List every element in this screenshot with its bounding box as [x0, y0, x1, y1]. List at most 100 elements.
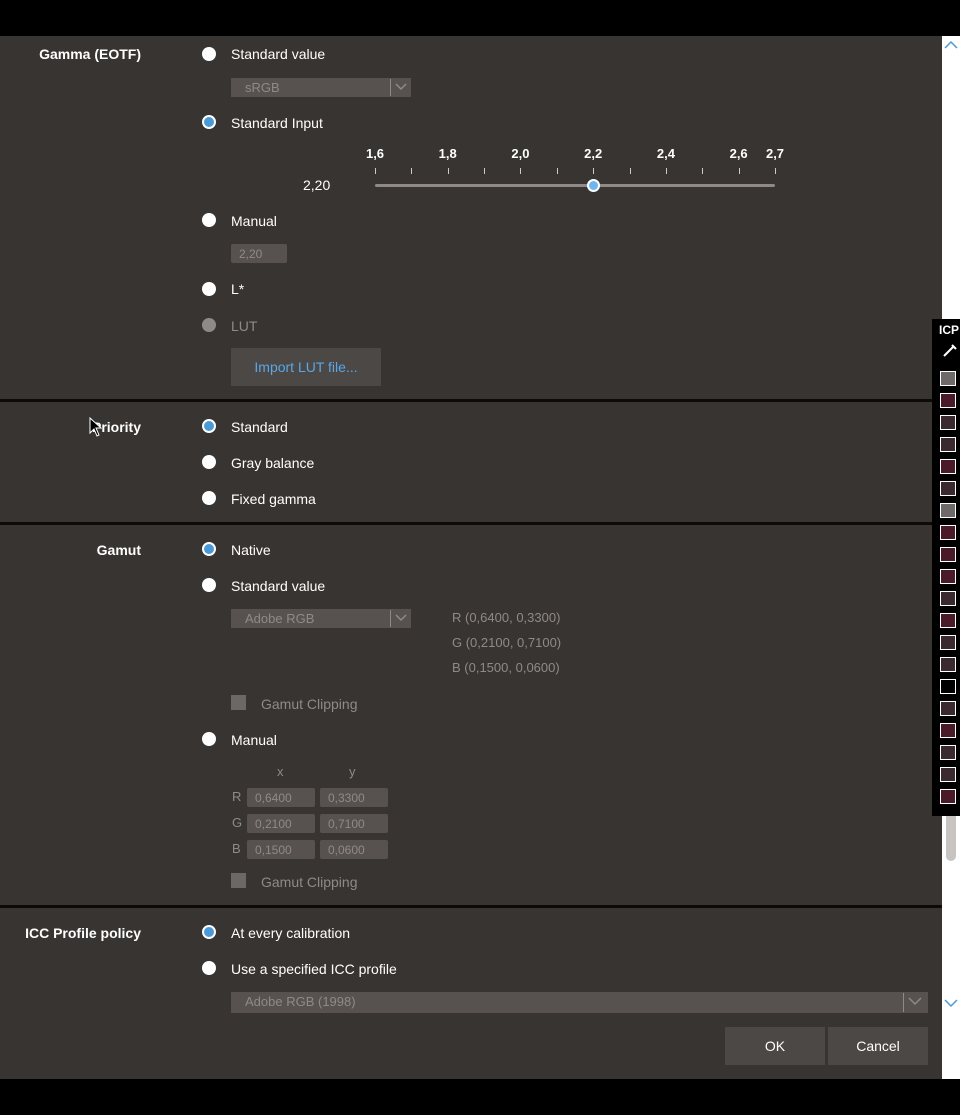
- cancel-button[interactable]: Cancel: [828, 1027, 928, 1065]
- palette-swatch[interactable]: [940, 415, 956, 430]
- gamma-standard-value-radio[interactable]: [202, 47, 216, 61]
- icc-every-calibration-label[interactable]: At every calibration: [231, 925, 350, 941]
- gamma-tick: [375, 168, 376, 174]
- manual-b-x-field[interactable]: 0,1500: [247, 840, 315, 859]
- gamma-lut-label: LUT: [231, 318, 258, 334]
- gamut-manual-label[interactable]: Manual: [231, 732, 277, 748]
- gamma-tick: [447, 168, 449, 174]
- priority-fixed-gamma-radio[interactable]: [202, 491, 216, 505]
- gamut-native-label[interactable]: Native: [231, 542, 271, 558]
- palette-swatch[interactable]: [940, 613, 956, 628]
- priority-standard-label[interactable]: Standard: [231, 419, 288, 435]
- gamma-tick: [665, 168, 667, 174]
- palette-swatch[interactable]: [940, 635, 956, 650]
- palette-swatch[interactable]: [940, 481, 956, 496]
- gamma-lstar-radio[interactable]: [202, 282, 216, 296]
- manual-row-label-g: G: [232, 815, 243, 830]
- palette-swatch[interactable]: [940, 525, 956, 540]
- gamut-clipping-manual-label: Gamut Clipping: [261, 874, 358, 890]
- eyedropper-icon[interactable]: [942, 342, 958, 358]
- gamma-standard-select[interactable]: sRGB: [231, 78, 411, 97]
- gamma-tick: [593, 168, 595, 174]
- manual-r-y-field[interactable]: 0,3300: [320, 788, 388, 807]
- manual-b-y-field[interactable]: 0,0600: [320, 840, 388, 859]
- settings-dialog: Gamma (EOTF) Standard value sRGB Standar…: [0, 36, 960, 1079]
- gamma-standard-value-label[interactable]: Standard value: [231, 46, 325, 62]
- icc-specified-profile-label[interactable]: Use a specified ICC profile: [231, 961, 397, 977]
- divider: [0, 522, 932, 525]
- gamma-lut-radio[interactable]: [202, 318, 216, 332]
- ok-button[interactable]: OK: [725, 1027, 825, 1065]
- icc-profile-select[interactable]: Adobe RGB (1998): [231, 992, 928, 1013]
- priority-standard-radio[interactable]: [202, 419, 216, 433]
- palette-swatch[interactable]: [940, 679, 956, 694]
- palette-swatch[interactable]: [940, 569, 956, 584]
- manual-g-x-field[interactable]: 0,2100: [247, 814, 315, 833]
- manual-r-x-field[interactable]: 0,6400: [247, 788, 315, 807]
- gamut-native-radio[interactable]: [202, 542, 216, 556]
- gamma-tick-label: 2,4: [656, 146, 675, 161]
- gamma-tick-label: 1,8: [438, 146, 457, 161]
- gamma-slider-track: [375, 184, 775, 187]
- gamma-manual-label[interactable]: Manual: [231, 213, 277, 229]
- gamma-tick: [738, 168, 740, 174]
- scroll-down-icon[interactable]: [944, 998, 958, 1008]
- divider: [0, 399, 932, 402]
- palette-swatch[interactable]: [940, 745, 956, 760]
- mouse-cursor-icon: [89, 417, 103, 437]
- priority-gray-balance-label[interactable]: Gray balance: [231, 455, 314, 471]
- gamut-clipping-checkbox[interactable]: [231, 695, 246, 710]
- gamut-standard-select-value: Adobe RGB: [245, 611, 315, 626]
- gamma-manual-field[interactable]: 2,20: [231, 244, 287, 263]
- manual-col-y-header: y: [349, 764, 356, 779]
- gamma-slider[interactable]: 1,6 1,8 2,0 2,2 2,4 2,6 2,7: [366, 146, 784, 196]
- gamma-standard-input-label[interactable]: Standard Input: [231, 115, 323, 131]
- gamma-slider-thumb[interactable]: [586, 179, 600, 192]
- icc-profile-select-value: Adobe RGB (1998): [245, 994, 356, 1009]
- gamut-primary-g: G (0,2100, 0,7100): [452, 635, 562, 650]
- gamma-slider-value: 2,20: [303, 177, 331, 193]
- gamma-standard-select-value: sRGB: [245, 80, 280, 95]
- gamma-tick: [629, 168, 631, 174]
- color-picker-palette: ICP: [932, 319, 960, 816]
- palette-swatch[interactable]: [940, 591, 956, 606]
- gamut-section-label: Gamut: [96, 542, 141, 558]
- gamut-standard-value-label[interactable]: Standard value: [231, 578, 325, 594]
- gamma-tick: [775, 168, 776, 174]
- palette-swatch[interactable]: [940, 459, 956, 474]
- manual-g-y-field[interactable]: 0,7100: [320, 814, 388, 833]
- gamma-section-label: Gamma (EOTF): [39, 46, 141, 62]
- gamma-tick: [411, 168, 413, 174]
- chevron-down-icon: [390, 79, 411, 96]
- palette-swatch[interactable]: [940, 437, 956, 452]
- palette-swatch[interactable]: [940, 701, 956, 716]
- icc-specified-profile-radio[interactable]: [202, 961, 216, 975]
- gamut-standard-select[interactable]: Adobe RGB: [231, 609, 411, 628]
- manual-row-label-b: B: [232, 841, 241, 856]
- manual-row-label-r: R: [232, 789, 242, 804]
- gamma-tick-label: 2,7: [765, 146, 785, 161]
- scroll-up-icon[interactable]: [944, 40, 958, 50]
- gamma-lstar-label[interactable]: L*: [231, 281, 244, 297]
- icc-every-calibration-radio[interactable]: [202, 925, 216, 939]
- palette-swatch[interactable]: [940, 547, 956, 562]
- priority-section-label: Priority: [91, 419, 141, 435]
- palette-swatch[interactable]: [940, 767, 956, 782]
- gamma-manual-radio[interactable]: [202, 213, 216, 227]
- priority-gray-balance-radio[interactable]: [202, 455, 216, 469]
- import-lut-button[interactable]: Import LUT file...: [231, 348, 381, 386]
- icc-section-label: ICC Profile policy: [25, 925, 141, 941]
- palette-swatch[interactable]: [940, 393, 956, 408]
- palette-swatch[interactable]: [940, 657, 956, 672]
- gamut-clipping-manual-checkbox[interactable]: [231, 873, 246, 888]
- palette-swatch[interactable]: [940, 503, 956, 518]
- palette-swatch[interactable]: [940, 789, 956, 804]
- gamma-tick-label: 2,2: [584, 146, 603, 161]
- gamma-standard-input-radio[interactable]: [202, 115, 216, 129]
- priority-fixed-gamma-label[interactable]: Fixed gamma: [231, 491, 316, 507]
- gamut-standard-value-radio[interactable]: [202, 578, 216, 592]
- gamut-manual-radio[interactable]: [202, 732, 216, 746]
- palette-swatch[interactable]: [940, 723, 956, 738]
- gamma-tick-label: 2,6: [729, 146, 748, 161]
- palette-swatch[interactable]: [940, 371, 956, 386]
